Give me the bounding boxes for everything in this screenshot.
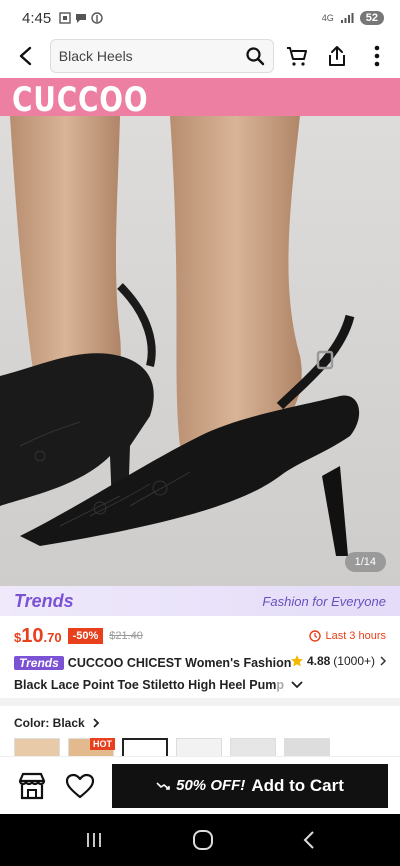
chat-icon xyxy=(76,14,87,23)
status-time: 4:45 xyxy=(22,9,52,27)
cart-button[interactable] xyxy=(282,41,312,71)
more-vertical-icon xyxy=(374,45,380,67)
chevron-down-icon[interactable] xyxy=(290,679,304,691)
back-nav-icon[interactable] xyxy=(302,830,316,850)
share-button[interactable] xyxy=(322,41,352,71)
add-to-cart-button[interactable]: 50% OFF! Add to Cart xyxy=(112,763,388,808)
product-image-carousel[interactable]: CUCCOO 1/14 xyxy=(0,78,400,586)
product-title-part2: Black Lace Point Toe Stiletto High Heel … xyxy=(14,678,277,692)
chevron-right-icon xyxy=(93,718,99,728)
clock-icon xyxy=(309,630,322,642)
section-divider xyxy=(0,698,400,706)
top-bar: Black Heels xyxy=(0,36,400,76)
battery-badge: 52 xyxy=(359,11,384,25)
price-row: $10.70 -50% $21.40 Last 3 hours xyxy=(0,624,400,648)
price-whole: 10 xyxy=(21,624,44,647)
trends-banner[interactable]: Trends Fashion for Everyone xyxy=(0,586,400,616)
wishlist-button[interactable] xyxy=(62,768,98,804)
home-icon[interactable] xyxy=(192,829,214,851)
review-count: (1000+) xyxy=(333,654,375,668)
heart-icon xyxy=(65,773,95,798)
sale-timer: Last 3 hours xyxy=(309,630,386,642)
back-button[interactable] xyxy=(12,42,40,70)
brand-logo: CUCCOO xyxy=(12,80,149,120)
cart-icon xyxy=(287,47,307,66)
status-right: 4G 52 xyxy=(322,11,384,25)
discount-badge: -50% xyxy=(67,628,104,644)
rating[interactable]: 4.88 (1000+) xyxy=(290,654,388,668)
current-price: $10.70 xyxy=(14,625,62,648)
store-button[interactable] xyxy=(14,768,50,804)
trends-badge: Trends xyxy=(14,656,64,670)
trends-logo: Trends xyxy=(14,590,74,611)
more-button[interactable] xyxy=(362,41,392,71)
back-arrow-icon xyxy=(19,46,32,66)
status-bar: 4:45 4G 52 xyxy=(0,0,400,36)
system-nav-bar xyxy=(0,814,400,866)
product-title-block[interactable]: Trends CUCCOO CHICEST Women's Fashion 4.… xyxy=(0,652,400,692)
signal-icon xyxy=(340,13,354,23)
cart-offer: 50% OFF! xyxy=(176,777,246,794)
network-type: 4G xyxy=(321,12,334,23)
hot-badge: HOT xyxy=(90,738,115,750)
original-price: $21.40 xyxy=(109,630,143,642)
product-photo xyxy=(0,116,400,586)
timer-text: Last 3 hours xyxy=(325,630,386,642)
star-icon xyxy=(290,655,303,667)
rating-score: 4.88 xyxy=(306,654,331,668)
top-actions xyxy=(282,41,392,71)
search-icon[interactable] xyxy=(245,46,265,66)
trends-tagline: Fashion for Everyone xyxy=(262,593,386,609)
pinterest-icon xyxy=(91,12,103,24)
trend-down-icon xyxy=(156,781,170,790)
share-icon xyxy=(329,46,345,66)
color-label: Color: Black xyxy=(14,716,85,730)
cart-label: Add to Cart xyxy=(251,775,344,795)
product-title-fade: p xyxy=(276,678,284,692)
status-left: 4:45 xyxy=(22,10,103,27)
search-input[interactable]: Black Heels xyxy=(59,48,245,64)
store-icon xyxy=(18,772,46,799)
title-line-2: Black Lace Point Toe Stiletto High Heel … xyxy=(14,676,386,694)
notification-icons xyxy=(59,12,103,24)
color-selector-header[interactable]: Color: Black xyxy=(14,716,101,730)
bottom-action-bar: 50% OFF! Add to Cart xyxy=(0,756,400,814)
price-cents: .70 xyxy=(43,629,62,645)
screenshot-icon xyxy=(59,12,71,24)
recent-apps-icon[interactable] xyxy=(84,831,104,849)
search-box[interactable]: Black Heels xyxy=(49,39,274,73)
product-title-part1: CUCCOO CHICEST Women's Fashion xyxy=(67,656,292,670)
chevron-right-icon xyxy=(380,656,387,666)
image-counter: 1/14 xyxy=(344,552,386,572)
